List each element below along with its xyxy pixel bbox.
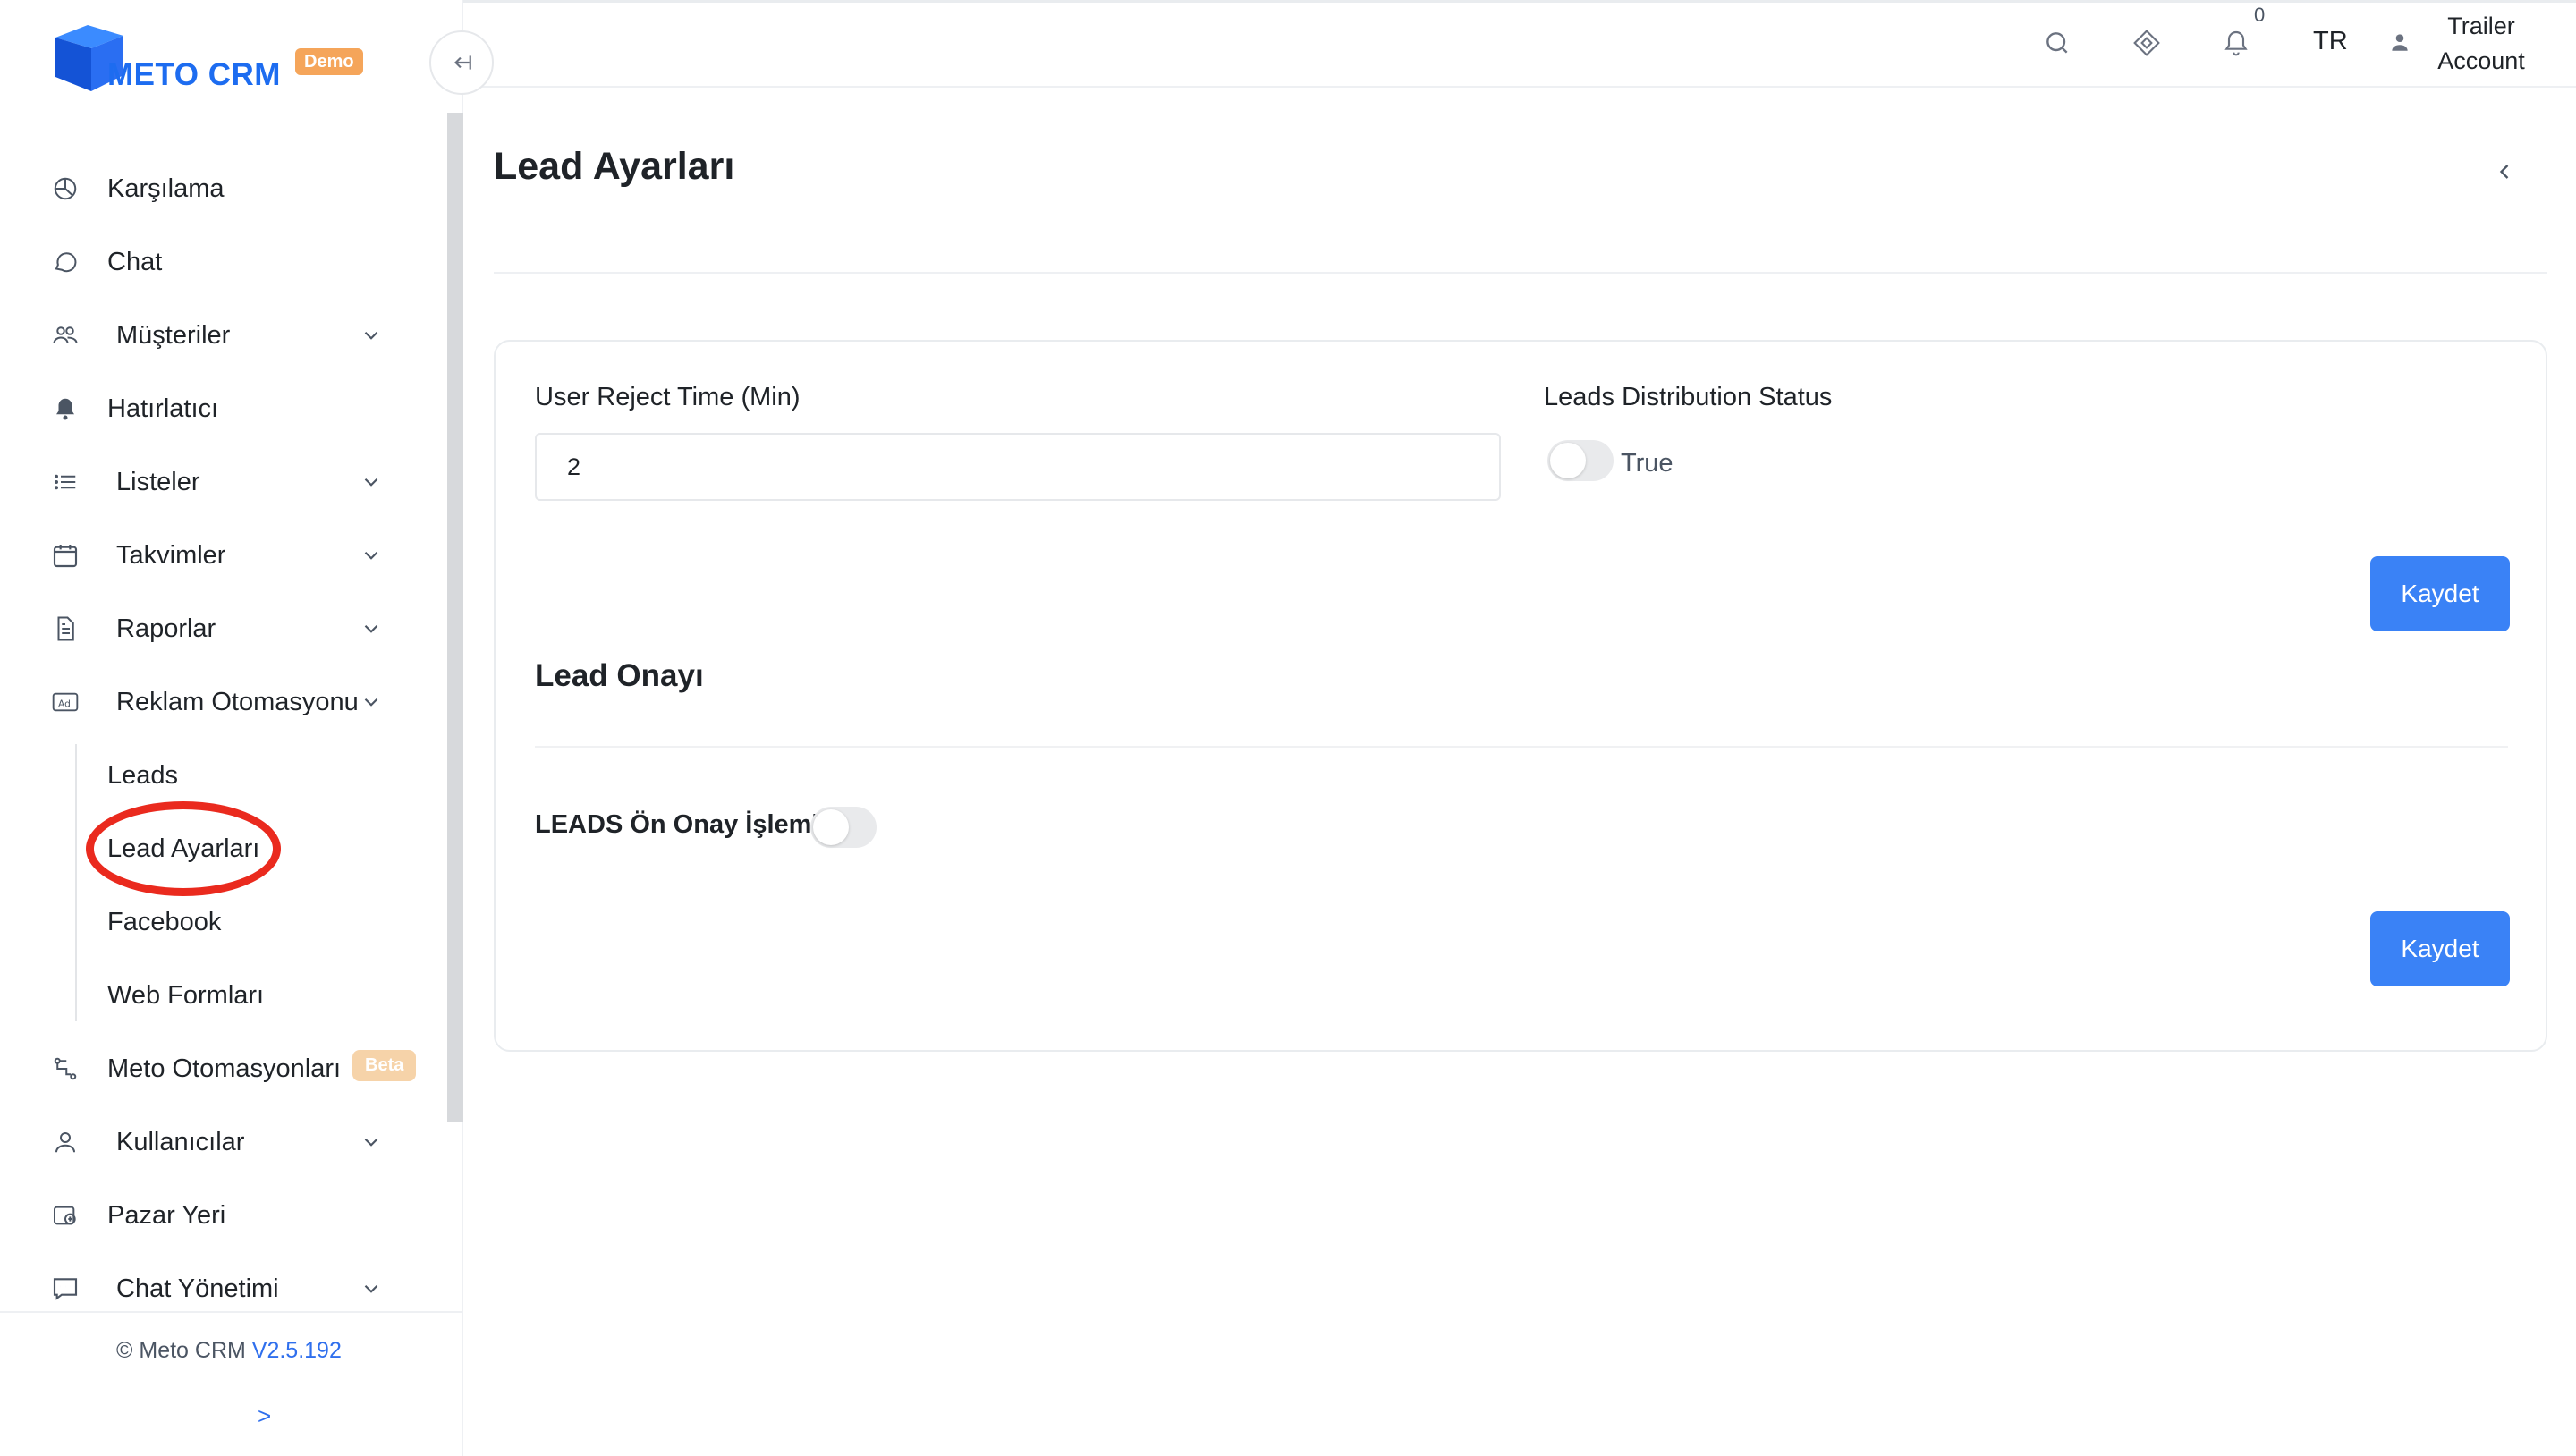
collapse-sidebar-button[interactable] [429, 30, 494, 95]
section-divider [535, 746, 2508, 748]
sidebar-item-label: Reklam Otomasyonu [116, 687, 359, 716]
sidebar-item-musteriler[interactable]: Müşteriler [0, 299, 420, 372]
language-switcher[interactable]: TR [2313, 27, 2348, 56]
ad-icon: Ad [50, 687, 80, 717]
document-icon [50, 614, 80, 644]
marketplace-icon [50, 1200, 80, 1231]
notification-count: 0 [2254, 4, 2266, 26]
users-icon [50, 320, 80, 351]
logo-text: METO CRM [107, 57, 281, 92]
title-divider [494, 272, 2547, 274]
user-icon [50, 1127, 80, 1157]
sidebar-subitem-label: Lead Ayarları [107, 834, 260, 863]
sidebar-item-kullanicilar[interactable]: Kullanıcılar [0, 1105, 420, 1179]
chat-bubble-icon [50, 247, 80, 277]
sidebar-item-label: Chat [107, 247, 163, 276]
svg-text:Ad: Ad [58, 698, 71, 709]
copyright: © Meto CRM V2.5.192 [116, 1338, 342, 1364]
bell-icon [50, 394, 80, 424]
chevron-down-icon [364, 1138, 378, 1147]
save-button[interactable]: Kaydet [2370, 556, 2510, 631]
sidebar-item-label: Kullanıcılar [116, 1127, 245, 1156]
sidebar-item-meto-otomasyonlari[interactable]: Meto Otomasyonları Beta [0, 1032, 420, 1105]
lead-settings-card: User Reject Time (Min) Leads Distributio… [494, 340, 2547, 1052]
sidebar-item-label: Takvimler [116, 540, 226, 570]
sidebar: METO CRM Demo Karşılama Chat Müşteriler [0, 0, 463, 1456]
sidebar-item-label: Meto Otomasyonları [107, 1054, 342, 1083]
chevron-down-icon [364, 551, 378, 560]
chevron-down-icon [364, 331, 378, 340]
diamond-icon[interactable] [2129, 25, 2165, 61]
sidebar-subitem-leads[interactable]: Leads [0, 739, 420, 812]
chevron-down-icon [364, 624, 378, 633]
reject-time-label: User Reject Time (Min) [535, 383, 801, 411]
sidebar-item-hatirlatici[interactable]: Hatırlatıcı [0, 372, 420, 445]
toggle-knob [1550, 443, 1586, 478]
sidebar-footer: © Meto CRM V2.5.192 > [0, 1311, 462, 1456]
chevron-left-icon [2499, 165, 2509, 179]
sidebar-subitem-lead-ayarlari[interactable]: Lead Ayarları [0, 812, 420, 885]
account-menu[interactable]: Trailer Account [2379, 9, 2558, 80]
flow-icon [50, 1054, 80, 1084]
sidebar-subitem-label: Facebook [107, 907, 222, 936]
sidebar-subitem-facebook[interactable]: Facebook [0, 885, 420, 959]
logo[interactable]: METO CRM Demo [48, 21, 370, 98]
sidebar-item-label: Hatırlatıcı [107, 394, 219, 423]
toggle-knob [813, 809, 849, 845]
sidebar-item-label: Pazar Yeri [107, 1200, 226, 1230]
copyright-text: © Meto CRM [116, 1338, 246, 1363]
sidebar-item-raporlar[interactable]: Raporlar [0, 592, 420, 665]
beta-badge: Beta [352, 1050, 417, 1081]
lead-approval-title: Lead Onayı [535, 658, 704, 693]
collapse-left-icon [453, 55, 471, 70]
sidebar-item-karsilama[interactable]: Karşılama [0, 152, 420, 225]
sidebar-item-label: Karşılama [107, 174, 225, 203]
distribution-status-text: True [1621, 449, 1674, 478]
user-icon [2392, 34, 2408, 51]
back-button[interactable] [2487, 154, 2522, 190]
submenu-guide-line [75, 744, 77, 1021]
sidebar-item-reklam-otomasyonu[interactable]: Ad Reklam Otomasyonu [0, 665, 420, 739]
distribution-status-label: Leads Distribution Status [1544, 383, 1833, 411]
sidebar-scrollbar[interactable] [447, 113, 463, 1122]
version-link[interactable]: V2.5.192 [252, 1338, 342, 1363]
account-label: Trailer Account [2437, 13, 2525, 74]
chevron-down-icon [364, 698, 378, 707]
sidebar-subitem-label: Leads [107, 760, 179, 790]
sidebar-item-label: Listeler [116, 467, 200, 496]
distribution-status-toggle[interactable] [1547, 440, 1614, 481]
page-title: Lead Ayarları [494, 145, 735, 188]
demo-badge: Demo [295, 48, 363, 75]
save-approval-button[interactable]: Kaydet [2370, 911, 2510, 986]
bell-icon[interactable] [2218, 25, 2254, 61]
calendar-icon [50, 540, 80, 571]
chevron-down-icon [364, 478, 378, 487]
list-icon [50, 467, 80, 497]
pre-approval-toggle[interactable] [810, 807, 877, 848]
sidebar-item-takvimler[interactable]: Takvimler [0, 519, 420, 592]
sidebar-subitem-label: Web Formları [107, 980, 265, 1010]
message-square-icon [50, 1274, 80, 1304]
sidebar-subitem-web-formlari[interactable]: Web Formları [0, 959, 420, 1032]
chevron-down-icon [364, 1284, 378, 1293]
pie-chart-icon [50, 174, 80, 204]
reject-time-input[interactable] [535, 433, 1501, 501]
sidebar-item-label: Müşteriler [116, 320, 231, 350]
pre-approval-label: LEADS Ön Onay İşlemi [535, 810, 819, 839]
sidebar-item-pazar-yeri[interactable]: Pazar Yeri [0, 1179, 420, 1252]
sidebar-item-label: Chat Yönetimi [116, 1274, 279, 1303]
sidebar-item-chat[interactable]: Chat [0, 225, 420, 299]
sidebar-item-listeler[interactable]: Listeler [0, 445, 420, 519]
sidebar-item-label: Raporlar [116, 614, 216, 643]
expand-sidebar-button[interactable]: > [258, 1402, 271, 1430]
search-icon[interactable] [2039, 25, 2075, 61]
